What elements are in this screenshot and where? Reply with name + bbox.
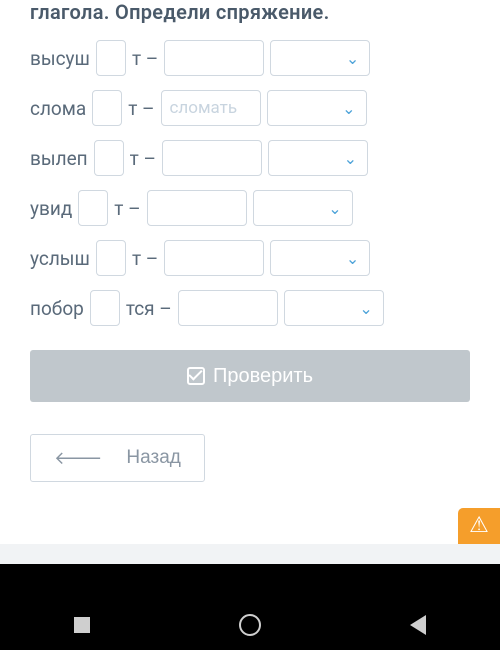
nav-home-icon[interactable] bbox=[239, 614, 261, 636]
chevron-down-icon: ⌄ bbox=[346, 49, 359, 68]
verb-row: побор тся – ⌄ bbox=[30, 290, 470, 326]
infinitive-input[interactable] bbox=[147, 190, 247, 226]
back-button[interactable]: 🡐 Назад bbox=[30, 434, 205, 482]
ending-input[interactable] bbox=[90, 290, 120, 326]
verb-row: услыш т – ⌄ bbox=[30, 240, 470, 276]
infinitive-input[interactable] bbox=[162, 140, 262, 176]
warning-icon: ⚠ bbox=[469, 515, 489, 537]
ending-input[interactable] bbox=[94, 140, 124, 176]
nav-back-icon[interactable] bbox=[410, 615, 426, 635]
ending-input[interactable] bbox=[92, 90, 122, 126]
conjugation-select[interactable]: ⌄ bbox=[268, 140, 368, 176]
verb-stem: побор bbox=[30, 297, 84, 320]
conjugation-select[interactable]: ⌄ bbox=[270, 240, 370, 276]
chevron-down-icon: ⌄ bbox=[346, 249, 359, 268]
verb-row: слома т – сломать ⌄ bbox=[30, 90, 470, 126]
check-icon bbox=[187, 367, 205, 385]
verb-suffix: т – bbox=[128, 97, 154, 120]
back-button-label: Назад bbox=[126, 447, 180, 469]
conjugation-select[interactable]: ⌄ bbox=[284, 290, 384, 326]
infinitive-input[interactable] bbox=[178, 290, 278, 326]
verb-suffix: т – bbox=[132, 247, 158, 270]
verb-stem: увид bbox=[30, 197, 72, 220]
verb-suffix: т – bbox=[130, 147, 156, 170]
chevron-down-icon: ⌄ bbox=[328, 199, 341, 218]
conjugation-select[interactable]: ⌄ bbox=[267, 90, 367, 126]
verb-stem: высуш bbox=[30, 47, 90, 70]
task-heading: глагола. Определи спряжение. bbox=[30, 0, 470, 24]
chevron-down-icon: ⌄ bbox=[359, 299, 372, 318]
verb-row: увид т – ⌄ bbox=[30, 190, 470, 226]
infinitive-input[interactable] bbox=[164, 240, 264, 276]
verb-stem: услыш bbox=[30, 247, 90, 270]
check-button-label: Проверить bbox=[213, 365, 313, 388]
check-button[interactable]: Проверить bbox=[30, 350, 470, 402]
footer-band bbox=[0, 544, 500, 566]
verb-suffix: тся – bbox=[126, 297, 172, 320]
verb-row: высуш т – ⌄ bbox=[30, 40, 470, 76]
chevron-down-icon: ⌄ bbox=[344, 149, 357, 168]
ending-input[interactable] bbox=[78, 190, 108, 226]
arrow-left-icon: 🡐 bbox=[54, 448, 102, 469]
warning-tab[interactable]: ⚠ bbox=[458, 508, 500, 544]
chevron-down-icon: ⌄ bbox=[342, 99, 355, 118]
ending-input[interactable] bbox=[96, 40, 126, 76]
infinitive-input[interactable]: сломать bbox=[161, 90, 261, 126]
conjugation-select[interactable]: ⌄ bbox=[253, 190, 353, 226]
verb-suffix: т – bbox=[114, 197, 140, 220]
android-nav-bar bbox=[0, 564, 500, 650]
ending-input[interactable] bbox=[96, 240, 126, 276]
conjugation-select[interactable]: ⌄ bbox=[270, 40, 370, 76]
verb-stem: вылеп bbox=[30, 147, 88, 170]
nav-recent-icon[interactable] bbox=[74, 617, 90, 633]
verb-stem: слома bbox=[30, 97, 86, 120]
verb-row: вылеп т – ⌄ bbox=[30, 140, 470, 176]
exercise-content: глагола. Определи спряжение. высуш т – ⌄… bbox=[0, 0, 500, 502]
infinitive-input[interactable] bbox=[164, 40, 264, 76]
verb-suffix: т – bbox=[132, 47, 158, 70]
